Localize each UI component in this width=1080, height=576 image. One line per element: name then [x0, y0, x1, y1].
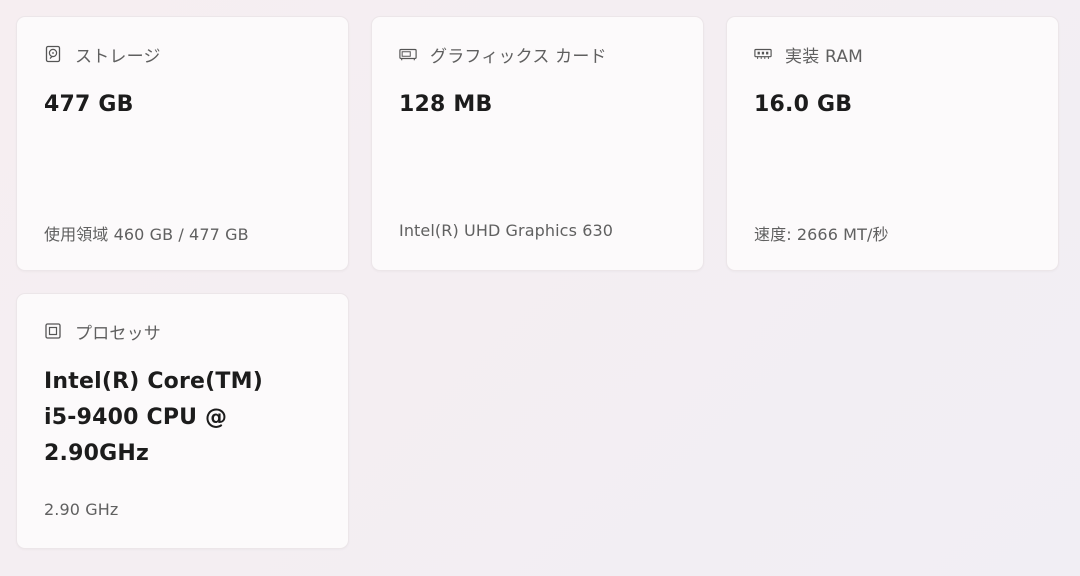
hard-drive-icon: [44, 45, 62, 63]
ram-label: 実装 RAM: [785, 46, 864, 67]
graphics-card-header: グラフィックス カード: [399, 43, 607, 67]
processor-value: Intel(R) Core(TM) i5-9400 CPU @ 2.90GHz: [44, 369, 263, 466]
storage-detail: 使用領域 460 GB / 477 GB: [44, 225, 249, 244]
storage-value: 477 GB: [44, 92, 134, 117]
processor-card-header: プロセッサ: [44, 320, 161, 344]
graphics-card-label: グラフィックス カード: [430, 46, 607, 67]
ram-value: 16.0 GB: [754, 92, 853, 117]
processor-label: プロセッサ: [75, 323, 161, 344]
graphics-card-icon: [399, 45, 417, 63]
graphics-card-value: 128 MB: [399, 92, 493, 117]
processor-icon: [44, 322, 62, 340]
ram-card-header: 実装 RAM: [754, 43, 864, 67]
ram-card: 実装 RAM 16.0 GB 速度: 2666 MT/秒: [726, 16, 1059, 271]
graphics-card-detail: Intel(R) UHD Graphics 630: [399, 221, 614, 240]
memory-icon: [754, 45, 772, 63]
storage-card: ストレージ 477 GB 使用領域 460 GB / 477 GB: [16, 16, 349, 271]
storage-label: ストレージ: [75, 46, 161, 67]
processor-detail: 2.90 GHz: [44, 500, 119, 519]
ram-detail: 速度: 2666 MT/秒: [754, 225, 889, 244]
graphics-card-card: グラフィックス カード 128 MB Intel(R) UHD Graphics…: [371, 16, 704, 271]
processor-card: プロセッサ Intel(R) Core(TM) i5-9400 CPU @ 2.…: [16, 293, 349, 549]
storage-card-header: ストレージ: [44, 43, 161, 67]
